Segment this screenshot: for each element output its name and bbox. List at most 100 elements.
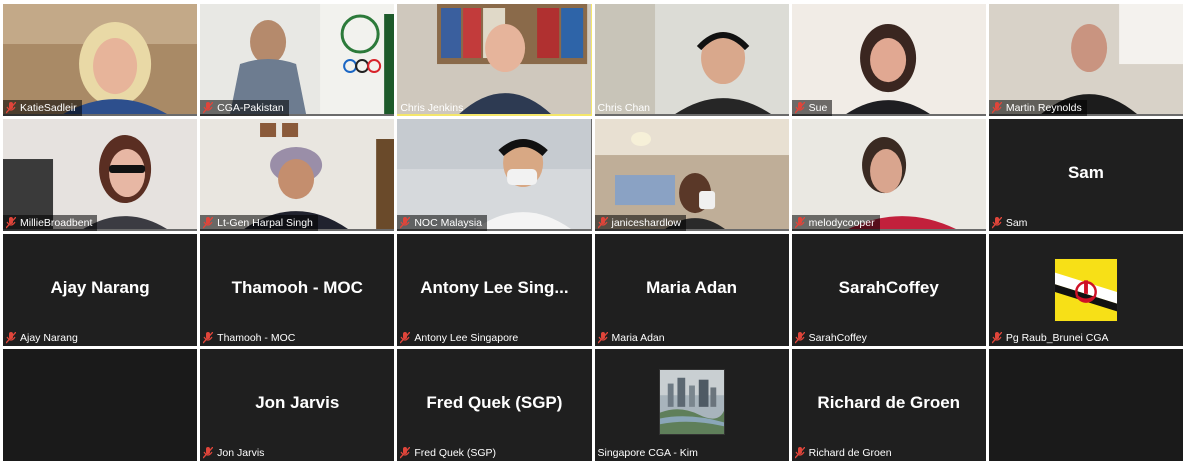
participant-video — [3, 4, 198, 115]
participant-tile-milliebroadbent[interactable]: MillieBroadbent — [3, 119, 198, 231]
participant-video — [397, 4, 592, 115]
participant-display-name: Sam — [1067, 163, 1104, 182]
participant-name: Chris Jenkins — [400, 102, 464, 114]
participant-tile-sam[interactable]: Sam Sam — [988, 119, 1183, 231]
participant-tile-fred-quek[interactable]: Fred Quek (SGP) Fred Quek (SGP) — [397, 349, 592, 461]
participant-display-name: Antony Lee Sing... — [420, 278, 569, 297]
participant-tile-jon-jarvis[interactable]: Jon Jarvis Jon Jarvis — [200, 349, 395, 461]
muted-mic-icon — [794, 332, 805, 344]
participant-tile-thamooh-moc[interactable]: Thamooh - MOC Thamooh - MOC — [200, 234, 395, 346]
participant-display-name: Jon Jarvis — [255, 393, 340, 412]
participant-video — [200, 4, 395, 115]
participant-tile-richard-de-groen[interactable]: Richard de Groen Richard de Groen — [791, 349, 986, 461]
participant-tile-antony-lee[interactable]: Antony Lee Sing... Antony Lee Singapore — [397, 234, 592, 346]
participant-label: janiceshardlow — [594, 215, 686, 231]
muted-mic-icon — [597, 217, 608, 229]
muted-mic-icon — [400, 332, 411, 344]
participant-label: Singapore CGA - Kim — [595, 445, 703, 461]
participant-tile-katiesadleir[interactable]: KatieSadleir — [3, 4, 198, 116]
participant-video — [3, 119, 198, 230]
participant-label: Fred Quek (SGP) — [397, 445, 501, 461]
participant-name: Martin Reynolds — [1005, 102, 1082, 114]
participant-display-name: SarahCoffey — [838, 278, 939, 297]
participant-label: Lt-Gen Harpal Singh — [200, 215, 318, 231]
gallery-view: KatieSadleir CGA-Pakistan Chris Jenkins … — [3, 4, 1183, 461]
city-photo-avatar — [658, 369, 725, 435]
muted-mic-icon — [6, 332, 16, 344]
participant-label: Thamooh - MOC — [200, 330, 300, 346]
participant-name: Antony Lee Singapore — [414, 332, 519, 344]
participant-video — [594, 119, 789, 230]
participant-tile-singapore-cga-kim[interactable]: Singapore CGA - Kim — [594, 349, 789, 461]
participant-label: Chris Jenkins — [397, 100, 468, 116]
participant-display-name: Richard de Groen — [817, 393, 961, 412]
participant-label: Chris Chan — [595, 100, 656, 116]
participant-name: CGA-Pakistan — [217, 102, 284, 114]
participant-tile-noc-malaysia[interactable]: NOC Malaysia — [397, 119, 592, 231]
participant-name: SarahCoffey — [808, 332, 867, 344]
empty-tile — [988, 349, 1183, 461]
muted-mic-icon — [203, 102, 214, 114]
muted-mic-icon — [6, 102, 16, 114]
participant-name: NOC Malaysia — [414, 217, 483, 229]
participant-name: KatieSadleir — [20, 102, 77, 114]
muted-mic-icon — [203, 217, 214, 229]
participant-video — [791, 119, 986, 230]
participant-name: Chris Chan — [597, 102, 651, 114]
participant-tile-melodycooper[interactable]: melodycooper — [791, 119, 986, 231]
participant-name: MillieBroadbent — [20, 217, 93, 229]
participant-display-name: Fred Quek (SGP) — [426, 393, 563, 412]
muted-mic-icon — [991, 217, 1002, 229]
participant-label: Jon Jarvis — [200, 445, 269, 461]
participant-tile-harpal-singh[interactable]: Lt-Gen Harpal Singh — [200, 119, 395, 231]
participant-label: MillieBroadbent — [3, 215, 98, 231]
participant-label: Richard de Groen — [792, 445, 897, 461]
participant-label: Ajay Narang — [3, 330, 83, 346]
participant-name: Sam — [1005, 217, 1028, 229]
participant-video — [988, 4, 1183, 115]
participant-tile-sarahcoffey[interactable]: SarahCoffey SarahCoffey — [791, 234, 986, 346]
participant-video — [397, 119, 592, 230]
participant-name: melodycooper — [808, 217, 875, 229]
muted-mic-icon — [794, 447, 805, 459]
participant-label: NOC Malaysia — [397, 215, 488, 231]
participant-label: Martin Reynolds — [988, 100, 1087, 116]
empty-tile — [3, 349, 198, 461]
participant-label: KatieSadleir — [3, 100, 82, 116]
participant-name: janiceshardlow — [611, 217, 681, 229]
participant-tile-pg-raub-brunei[interactable]: Pg Raub_Brunei CGA — [988, 234, 1183, 346]
participant-tile-martin-reynolds[interactable]: Martin Reynolds — [988, 4, 1183, 116]
participant-label: SarahCoffey — [792, 330, 872, 346]
muted-mic-icon — [6, 217, 16, 229]
participant-tile-ajay-narang[interactable]: Ajay Narang Ajay Narang — [3, 234, 198, 346]
participant-name: Fred Quek (SGP) — [414, 447, 497, 459]
participant-name: Maria Adan — [611, 332, 665, 344]
participant-tile-sue[interactable]: Sue — [791, 4, 986, 116]
muted-mic-icon — [794, 102, 805, 114]
participant-name: Lt-Gen Harpal Singh — [217, 217, 313, 229]
participant-name: Sue — [808, 102, 828, 114]
participant-name: Pg Raub_Brunei CGA — [1005, 332, 1109, 344]
participant-tile-chris-jenkins[interactable]: Chris Jenkins — [397, 4, 592, 116]
participant-tile-cga-pakistan[interactable]: CGA-Pakistan — [200, 4, 395, 116]
muted-mic-icon — [400, 217, 411, 229]
muted-mic-icon — [400, 447, 411, 459]
participant-label: Sam — [989, 215, 1033, 231]
participant-label: melodycooper — [791, 215, 880, 231]
muted-mic-icon — [991, 102, 1002, 114]
participant-label: CGA-Pakistan — [200, 100, 289, 116]
participant-name: Ajay Narang — [20, 332, 78, 344]
participant-display-name: Thamooh - MOC — [231, 278, 363, 297]
participant-video — [791, 4, 986, 115]
muted-mic-icon — [991, 332, 1002, 344]
participant-tile-chris-chan[interactable]: Chris Chan — [594, 4, 789, 116]
participant-video — [594, 4, 789, 115]
participant-tile-janiceshardlow[interactable]: janiceshardlow — [594, 119, 789, 231]
participant-display-name: Ajay Narang — [50, 278, 150, 297]
participant-tile-maria-adan[interactable]: Maria Adan Maria Adan — [594, 234, 789, 346]
muted-mic-icon — [203, 447, 214, 459]
participant-label: Pg Raub_Brunei CGA — [989, 330, 1114, 346]
participant-label: Sue — [791, 100, 833, 116]
participant-video — [200, 119, 395, 230]
participant-name: Singapore CGA - Kim — [597, 447, 698, 459]
